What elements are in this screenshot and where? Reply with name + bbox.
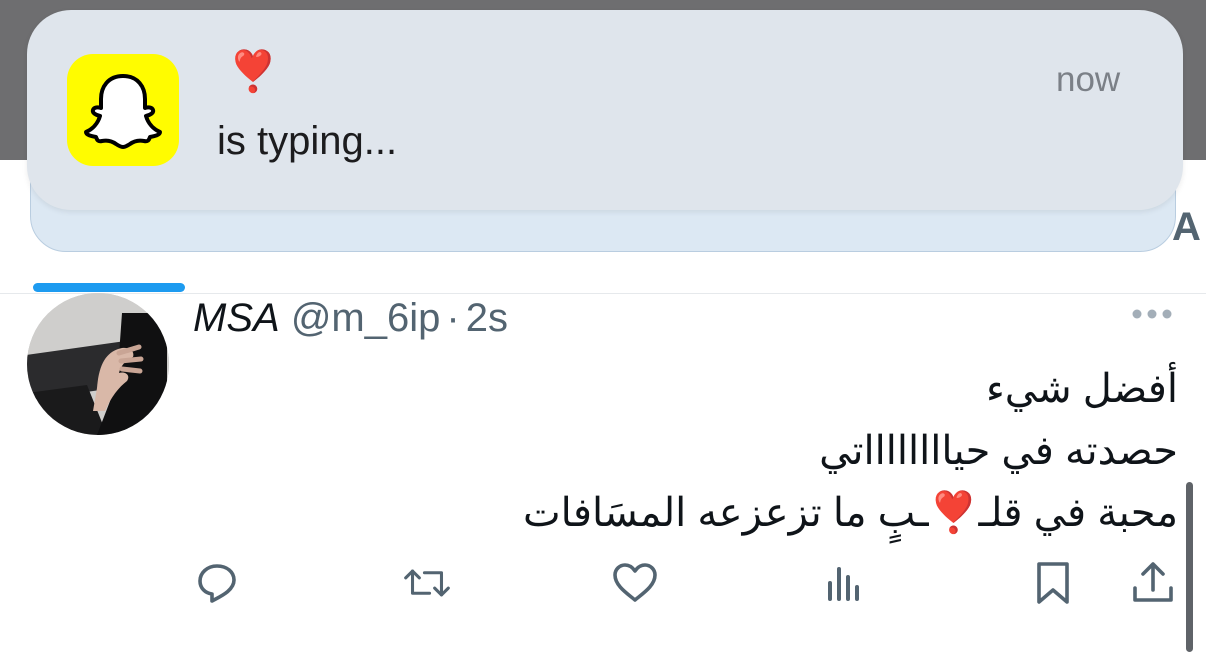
reply-icon xyxy=(198,564,236,603)
tweet-text-line-3-start: محبة في قلـ xyxy=(978,491,1178,535)
avatar-photo xyxy=(27,293,169,435)
tweet-display-name[interactable]: MSA xyxy=(193,296,280,340)
like-icon xyxy=(613,563,657,602)
tab-label-partial[interactable]: A xyxy=(1172,205,1201,250)
tweet-handle[interactable]: @m_6ip xyxy=(291,296,441,340)
snapchat-ghost-icon xyxy=(84,74,162,149)
notification-sender: ❣️ xyxy=(228,50,278,94)
notification-banner[interactable] xyxy=(27,10,1183,210)
scrollbar[interactable] xyxy=(1186,482,1193,652)
tweet-text-line-3: محبة في قلـ❣️ـبٍ ما تزعزعه المسَافات xyxy=(440,482,1178,544)
heart-emoji: ❣️ xyxy=(928,491,979,535)
notification-message: is typing... xyxy=(217,119,398,163)
more-options-icon[interactable] xyxy=(1131,308,1173,320)
tweet-header: MSA @m_6ip · 2s xyxy=(193,294,508,342)
avatar[interactable] xyxy=(27,293,169,435)
views-icon xyxy=(828,567,859,601)
retweet-icon xyxy=(404,569,450,597)
retweet-button[interactable] xyxy=(404,560,450,606)
tweet-text-line-1: أفضل شيء xyxy=(986,367,1178,411)
bookmark-icon xyxy=(1037,562,1069,604)
notification-time: now xyxy=(1056,60,1121,99)
snapchat-app-icon xyxy=(67,54,179,166)
tweet-text: أفضل شيء حصدته في حيااااااااتي محبة في ق… xyxy=(440,358,1178,544)
like-button[interactable] xyxy=(612,560,658,606)
views-button[interactable] xyxy=(822,560,868,606)
active-tab-indicator xyxy=(33,283,185,292)
reply-button[interactable] xyxy=(194,560,240,606)
tweet-separator: · xyxy=(446,296,460,340)
tweet-text-line-2: حصدته في حيااااااااتي xyxy=(819,429,1178,473)
bookmark-button[interactable] xyxy=(1030,560,1076,606)
share-button[interactable] xyxy=(1130,560,1176,606)
share-icon xyxy=(1133,562,1173,602)
tweet-timestamp[interactable]: 2s xyxy=(466,296,508,340)
tweet-text-line-3-end: ـبٍ ما تزعزعه المسَافات xyxy=(522,491,929,535)
